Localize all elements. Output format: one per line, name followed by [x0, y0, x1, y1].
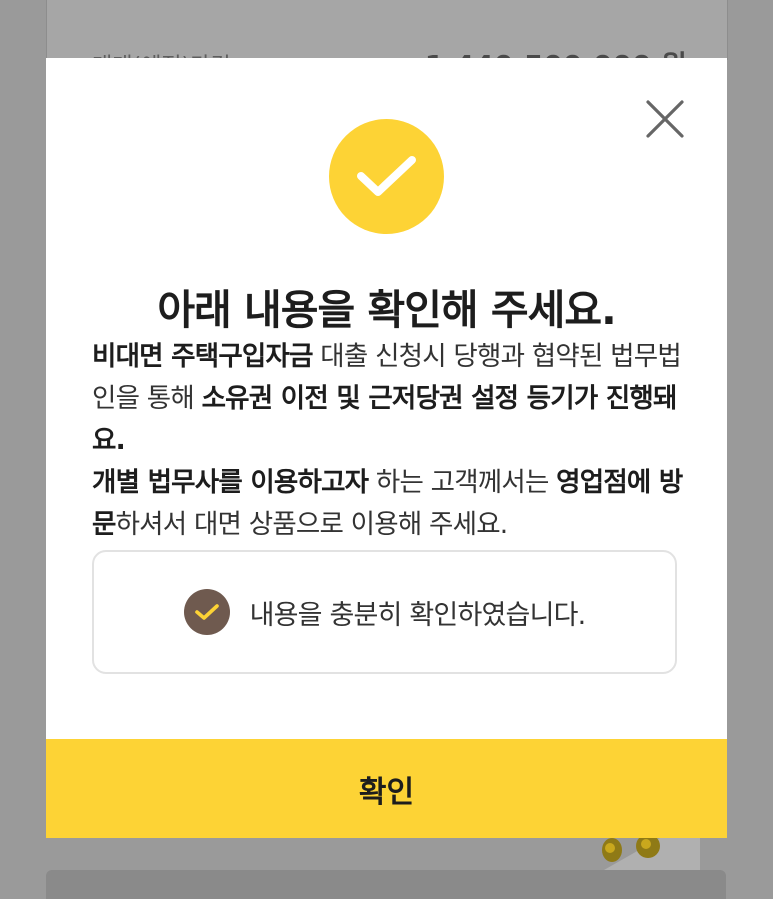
modal-title: 아래 내용을 확인해 주세요. [157, 286, 616, 334]
notice-text: 비대면 주택구입자금 대출 신청시 당행과 협약된 법무법인을 통해 소유권 이… [92, 336, 692, 546]
confirm-modal: 아래 내용을 확인해 주세요. 비대면 주택구입자금 대출 신청시 당행과 협약… [46, 58, 727, 838]
confirm-button[interactable]: 확인 [46, 739, 727, 838]
notice-paragraph-1: 비대면 주택구입자금 대출 신청시 당행과 협약된 법무법인을 통해 소유권 이… [92, 336, 692, 462]
notice-bold: 개별 법무사를 이용하고자 [92, 467, 369, 498]
check-circle-icon [329, 119, 444, 234]
checked-icon [183, 589, 230, 635]
background-bottom-panel [46, 870, 726, 899]
notice-paragraph-2: 개별 법무사를 이용하고자 하는 고객께서는 영업점에 방문하셔서 대면 상품으… [92, 462, 692, 546]
notice-bold: 비대면 주택구입자금 [92, 341, 313, 372]
confirm-checkbox-label: 내용을 충분히 확인하였습니다. [249, 599, 587, 631]
notice-plain: 하는 고객께서는 [368, 467, 557, 498]
close-icon [646, 100, 684, 138]
notice-plain: 하셔서 대면 상품으로 이용해 주세요. [115, 509, 509, 540]
confirm-checkbox[interactable]: 내용을 충분히 확인하였습니다. [92, 550, 677, 674]
close-button[interactable] [644, 98, 686, 140]
